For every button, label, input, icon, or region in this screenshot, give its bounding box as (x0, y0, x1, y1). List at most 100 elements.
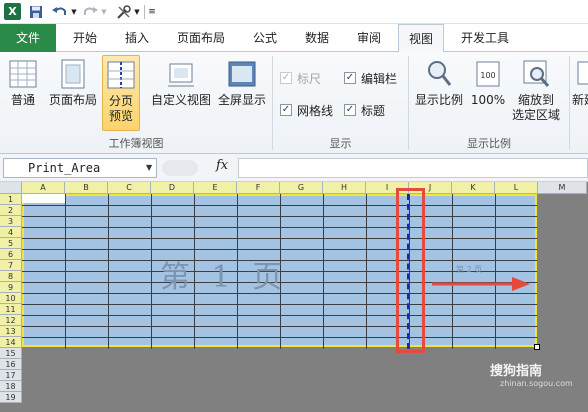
row-header-8[interactable]: 8 (0, 271, 22, 282)
row-header-11[interactable]: 11 (0, 304, 22, 315)
tab-page-layout[interactable]: 页面布局 (168, 24, 234, 52)
row-header-13[interactable]: 13 (0, 326, 22, 337)
custom-views-icon (166, 58, 196, 90)
formula-bar-label: 编辑栏 (361, 71, 398, 86)
formula-bar-check-icon: ✓ (344, 72, 356, 84)
row-header-5[interactable]: 5 (0, 238, 22, 249)
row-header-12[interactable]: 12 (0, 315, 22, 326)
new-window-button[interactable]: 新建 (572, 58, 588, 108)
worksheet-grid[interactable]: ABCDEFGHIJKLM 1 2 3 4 5 6 7 8 9 10 11 12 13 14 15 16 17 1… (0, 182, 588, 412)
grid-column-line (452, 194, 453, 349)
grid-column-line (151, 194, 152, 349)
normal-view-button[interactable]: 普通 (4, 58, 42, 108)
tab-insert[interactable]: 插入 (114, 24, 160, 52)
page-break-preview-button[interactable]: 分页 预览 (102, 55, 140, 131)
tab-view[interactable]: 视图 (398, 24, 444, 53)
page-1-label: 第 1 页 (160, 260, 289, 295)
tab-home[interactable]: 开始 (62, 24, 108, 52)
row-header-16[interactable]: 16 (0, 359, 22, 370)
page-break-preview-label-1: 分页 (108, 94, 133, 108)
column-header-g[interactable]: G (280, 182, 323, 194)
tab-formulas[interactable]: 公式 (242, 24, 288, 52)
formula-bar: Print_Area ▼ fx (0, 154, 588, 182)
page-layout-view-button[interactable]: 页面布局 (46, 58, 100, 108)
ribbon-view-panel: 普通 页面布局 分页 预览 自定义视图 全屏显示 工作簿视图 ✓ 标尺 ✓ 编辑… (0, 52, 588, 154)
row-header-10[interactable]: 10 (0, 293, 22, 304)
column-header-k[interactable]: K (452, 182, 495, 194)
row-header-15[interactable]: 15 (0, 348, 22, 359)
column-header-e[interactable]: E (194, 182, 237, 194)
tab-data[interactable]: 数据 (294, 24, 340, 52)
zoom-label: 显示比例 (414, 93, 463, 107)
row-header-18[interactable]: 18 (0, 381, 22, 392)
zoom-magnifier-icon (424, 58, 454, 90)
tools-icon[interactable] (114, 3, 134, 21)
ribbon-tabs: 文件 开始 插入 页面布局 公式 数据 审阅 视图 开发工具 (0, 24, 588, 53)
row-header-9[interactable]: 9 (0, 282, 22, 293)
full-screen-label: 全屏显示 (217, 93, 266, 107)
row-header-19[interactable]: 19 (0, 392, 22, 403)
ruler-label: 标尺 (297, 71, 322, 86)
formula-input[interactable] (238, 158, 588, 178)
tab-file[interactable]: 文件 (0, 24, 56, 52)
column-header-a[interactable]: A (22, 182, 65, 194)
column-header-h[interactable]: H (323, 182, 366, 194)
ruler-checkbox[interactable]: ✓ 标尺 (280, 70, 321, 86)
undo-dropdown-icon[interactable]: ▼ (70, 3, 78, 21)
tab-review[interactable]: 审阅 (346, 24, 392, 52)
grid-column-line (323, 194, 324, 349)
headings-check-icon: ✓ (344, 104, 356, 116)
row-header-4[interactable]: 4 (0, 227, 22, 238)
redo-icon[interactable] (82, 3, 100, 21)
save-icon[interactable] (28, 3, 44, 21)
select-all-corner[interactable] (0, 182, 22, 194)
row-header-6[interactable]: 6 (0, 249, 22, 260)
custom-views-button[interactable]: 自定义视图 (148, 58, 214, 108)
grid-column-line (495, 194, 496, 349)
gridlines-checkbox[interactable]: ✓ 网格线 (280, 102, 333, 118)
row-header-17[interactable]: 17 (0, 370, 22, 381)
workbook-views-group-label: 工作簿视图 (108, 137, 164, 150)
new-window-label: 新建 (572, 93, 588, 107)
insert-function-icon[interactable]: fx (216, 158, 228, 173)
row-header-2[interactable]: 2 (0, 205, 22, 216)
column-header-f[interactable]: F (237, 182, 280, 194)
page-2-label: 第 2 页 (456, 265, 483, 274)
row-header-3[interactable]: 3 (0, 216, 22, 227)
grid-column-line (366, 194, 367, 349)
print-area-resize-handle[interactable] (534, 344, 540, 350)
excel-icon[interactable]: X (4, 3, 21, 20)
undo-icon[interactable] (50, 3, 70, 21)
formula-bar-checkbox[interactable]: ✓ 编辑栏 (344, 70, 397, 86)
tools-dropdown-icon[interactable]: ▼ (133, 3, 141, 21)
column-header-c[interactable]: C (108, 182, 151, 194)
cell-a1[interactable] (22, 194, 65, 203)
name-box-dropdown-icon[interactable]: ▼ (146, 158, 152, 178)
zoom-to-selection-button[interactable]: 缩放到 选定区域 (508, 58, 564, 123)
gridlines-label: 网格线 (297, 103, 334, 118)
redo-dropdown-icon[interactable]: ▼ (100, 3, 108, 21)
row-header-14[interactable]: 14 (0, 337, 22, 348)
full-screen-button[interactable]: 全屏显示 (214, 58, 270, 108)
column-header-l[interactable]: L (495, 182, 538, 194)
row-header-7[interactable]: 7 (0, 260, 22, 271)
column-header-b[interactable]: B (65, 182, 108, 194)
zoom-100-button[interactable]: 100 100% (468, 58, 508, 108)
customize-qat-icon[interactable]: ≡ (147, 3, 157, 21)
qat-separator (144, 5, 145, 19)
normal-view-label: 普通 (10, 93, 35, 107)
column-header-d[interactable]: D (151, 182, 194, 194)
headings-checkbox[interactable]: ✓ 标题 (344, 102, 385, 118)
row-header-1[interactable]: 1 (0, 194, 22, 205)
gridlines-check-icon: ✓ (280, 104, 292, 116)
grid-column-line (65, 194, 66, 349)
zoom-group-label: 显示比例 (467, 137, 511, 150)
column-header-m[interactable]: M (538, 182, 587, 194)
zoom-button[interactable]: 显示比例 (412, 58, 466, 108)
svg-text:100: 100 (480, 71, 495, 80)
tab-developer[interactable]: 开发工具 (452, 24, 518, 52)
formula-bar-splitter[interactable] (162, 160, 198, 176)
zoom-100-icon: 100 (473, 58, 503, 90)
zoom-to-selection-label-2: 选定区域 (511, 108, 560, 122)
name-box[interactable]: Print_Area (3, 158, 157, 178)
